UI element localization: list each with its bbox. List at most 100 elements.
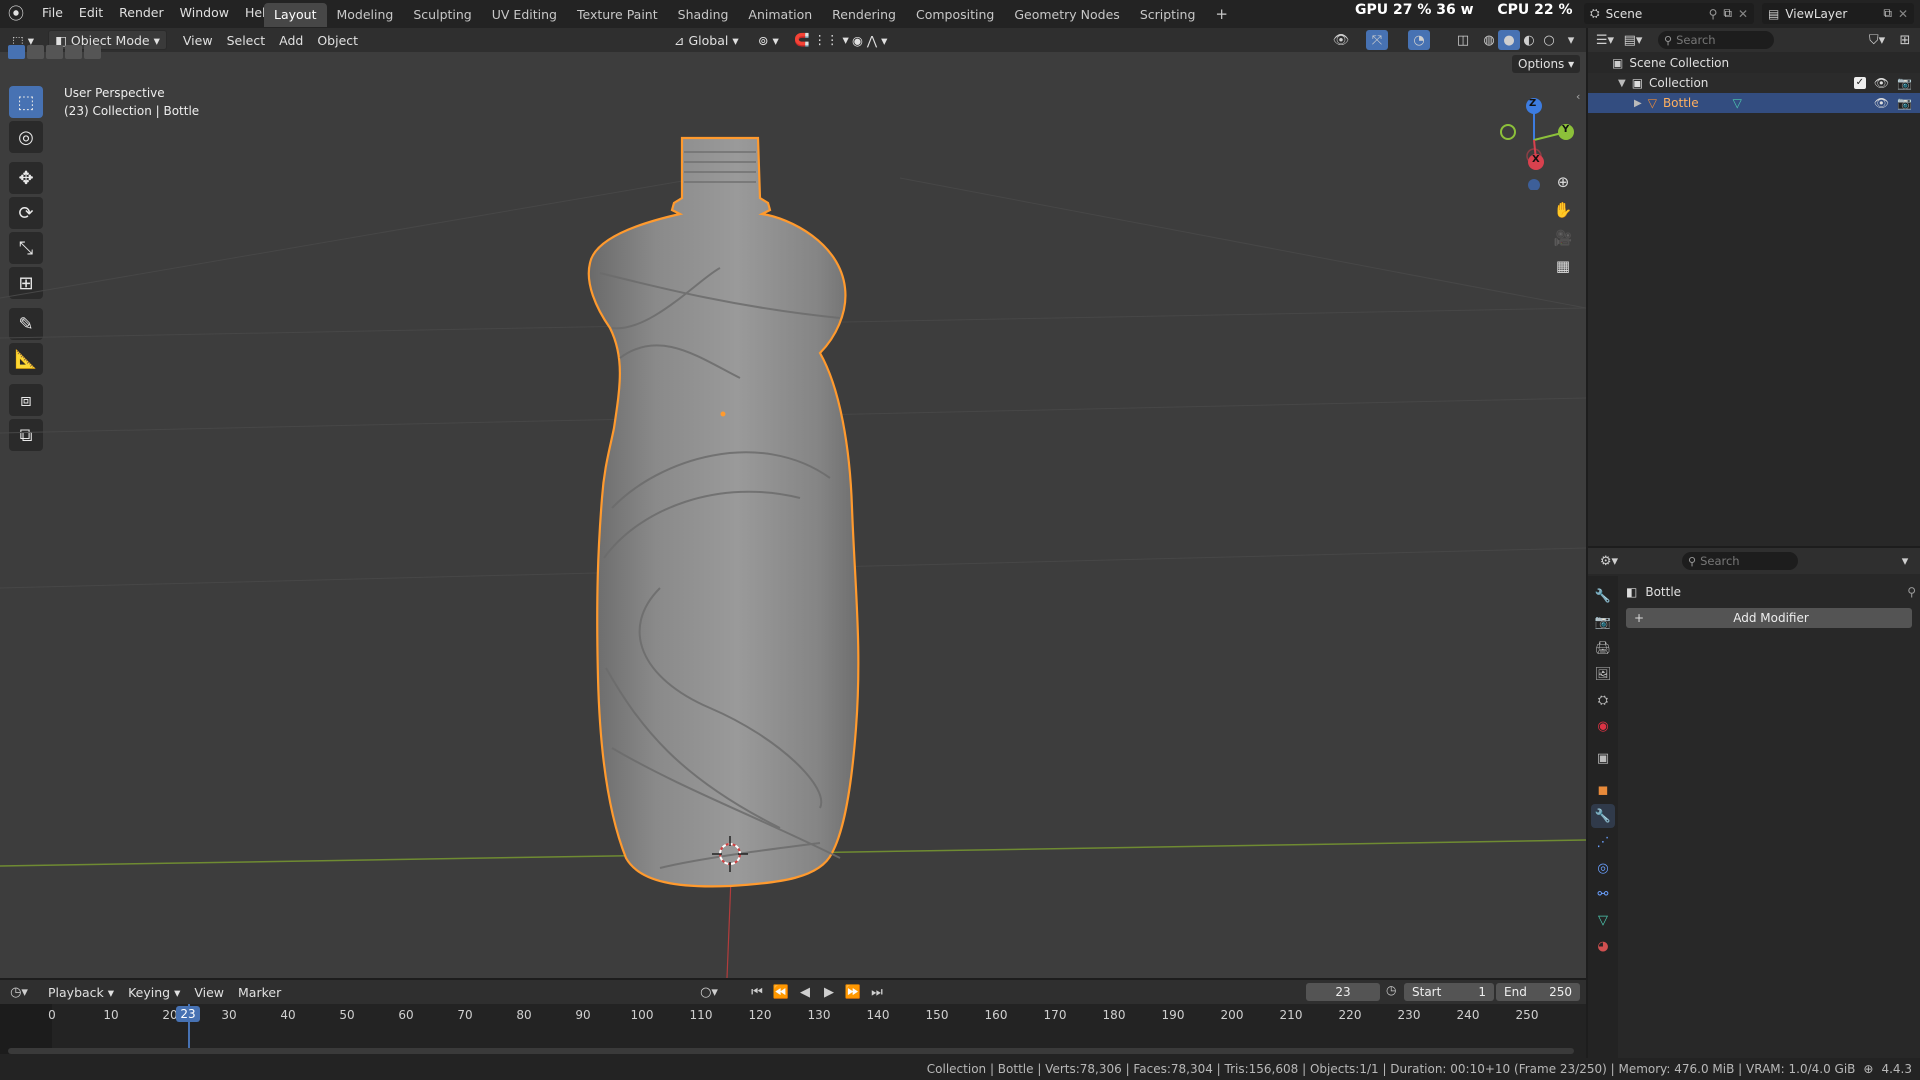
tree-row-scene-collection[interactable]: ▣ Scene Collection [1588,53,1920,73]
ruler-tick-label: 50 [339,1008,355,1022]
play-icon[interactable]: ▶ [818,982,840,1002]
add-modifier-button[interactable]: + Add Modifier [1626,608,1912,628]
play-reverse-icon[interactable]: ◀ [794,982,816,1002]
new-collection-icon[interactable]: ⊞ [1894,30,1916,50]
tab-modeling[interactable]: Modeling [327,3,404,27]
jump-start-icon[interactable]: ⏮ [746,982,768,1002]
menu-window[interactable]: Window [172,0,237,26]
view-layer-selector[interactable]: ▤ ViewLayer ⧉ ✕ [1762,3,1914,24]
timeline-view-menu[interactable]: View [188,982,230,1002]
world-tab-icon[interactable]: ◉ [1591,714,1615,738]
ruler-tick-label: 230 [1397,1008,1421,1022]
playhead-frame-badge[interactable]: 23 [176,1006,200,1022]
close-icon[interactable]: ✕ [1898,7,1908,21]
menu-file[interactable]: File [34,0,71,26]
render-tab-icon[interactable]: 📷 [1591,610,1615,634]
tab-animation[interactable]: Animation [738,3,822,27]
tab-sculpting[interactable]: Sculpting [403,3,481,27]
object-tab-icon[interactable]: ◼ [1591,778,1615,802]
viewport-scene[interactable] [0,28,1586,978]
bottle-object[interactable] [587,136,860,888]
view-layer-tab-icon[interactable]: 🖼 [1591,662,1615,686]
pin-icon[interactable]: ⚲ [1709,7,1718,21]
jump-end-icon[interactable]: ⏭ [866,982,888,1002]
collection-tab-icon[interactable]: ▣ [1591,746,1615,770]
current-frame-field[interactable]: 23 [1306,983,1380,1001]
ruler-tick-label: 250 [1515,1008,1539,1022]
tab-uv-editing[interactable]: UV Editing [482,3,567,27]
zoom-icon[interactable]: ⊕ [1550,168,1576,196]
plus-icon: + [1634,611,1645,625]
pan-hand-icon[interactable]: ✋ [1550,196,1576,224]
exclude-checkbox[interactable]: ✓ [1853,77,1866,89]
gpu-value: 27 % [1393,2,1432,18]
expand-chevron-icon[interactable]: ▼ [1618,78,1626,89]
timeline-ruler[interactable]: 0 10 20 30 40 50 60 70 80 90 100 110 120 130 140 150 160… [0,1004,1586,1058]
menu-render[interactable]: Render [111,0,172,26]
timeline-panel: ◷▾ Playback ▾ Keying ▾ View Marker ○▾ ⏮ ⏪ … [0,980,1586,1058]
tool-tab-icon[interactable]: 🔧 [1591,584,1615,608]
outliner-search-input[interactable]: ⚲ Search [1658,31,1774,49]
eye-icon[interactable]: 👁 [1874,76,1889,90]
next-keyframe-icon[interactable]: ⏩ [842,982,864,1002]
data-tab-icon[interactable]: ▽ [1591,908,1615,932]
timeline-editor-type-icon[interactable]: ◷▾ [8,982,30,1002]
pin-icon[interactable]: ⚲ [1907,585,1916,599]
scene-selector[interactable]: ⛭ Scene ⚲ ⧉ ✕ [1584,3,1754,24]
tab-texture-paint[interactable]: Texture Paint [567,3,668,27]
particles-tab-icon[interactable]: ⋰ [1591,830,1615,854]
mesh-data-icon[interactable]: ▽ [1733,96,1742,110]
ruler-tick-label: 80 [516,1008,532,1022]
keying-dropdown[interactable]: Keying ▾ [122,982,186,1002]
properties-header: ⚙▾ ⚲ Search ▾ [1588,548,1920,574]
material-tab-icon[interactable]: ◕ [1591,934,1615,958]
close-icon[interactable]: ✕ [1738,7,1748,21]
eye-icon[interactable]: 👁 [1874,96,1889,110]
gpu-label: GPU [1355,2,1389,18]
add-workspace-button[interactable]: + [1205,2,1238,26]
constraints-tab-icon[interactable]: ⚯ [1591,882,1615,906]
start-frame-field[interactable]: Start 1 [1404,983,1494,1001]
chevron-down-icon[interactable]: ▾ [1894,551,1916,571]
tab-shading[interactable]: Shading [668,3,739,27]
expand-chevron-icon[interactable]: ▶ [1634,98,1642,109]
sidebar-toggle-icon[interactable]: ‹ [1576,90,1580,103]
collection-icon: ▣ [1631,76,1644,90]
camera-view-icon[interactable]: 🎥 [1550,224,1576,252]
properties-search-input[interactable]: ⚲ Search [1682,552,1798,570]
filter-icon[interactable]: ⛉▾ [1866,30,1888,50]
tab-rendering[interactable]: Rendering [822,3,906,27]
playback-dropdown[interactable]: Playback ▾ [42,982,120,1002]
timeline-scrollbar[interactable] [8,1048,1574,1054]
prev-keyframe-icon[interactable]: ⏪ [770,982,792,1002]
new-scene-icon[interactable]: ⧉ [1723,6,1732,21]
properties-editor-type-icon[interactable]: ⚙▾ [1598,551,1620,571]
outliner-editor-type-icon[interactable]: ☰▾ [1594,30,1616,50]
ortho-toggle-icon[interactable]: ▦ [1550,252,1576,280]
viewport-3d[interactable]: ⬚ ▾ ◧ Object Mode ▾ View Select Add Object… [0,28,1586,978]
ruler-ticks: 0 10 20 30 40 50 60 70 80 90 100 110 120 130 140 150 160… [0,1008,1586,1024]
timeline-marker-menu[interactable]: Marker [232,982,287,1002]
end-frame-field[interactable]: End 250 [1496,983,1580,1001]
camera-icon[interactable]: 📷 [1897,76,1912,90]
ruler-tick-label: 200 [1220,1008,1244,1022]
timer-icon[interactable]: ◷ [1386,983,1396,997]
tab-scripting[interactable]: Scripting [1130,3,1206,27]
tab-compositing[interactable]: Compositing [906,3,1004,27]
tab-geometry-nodes[interactable]: Geometry Nodes [1004,3,1129,27]
scene-tab-icon[interactable]: ⛭ [1591,688,1615,712]
output-tab-icon[interactable]: 🖨 [1591,636,1615,660]
ruler-tick-label: 220 [1338,1008,1362,1022]
menu-edit[interactable]: Edit [71,0,111,26]
autokey-icon[interactable]: ○▾ [698,982,720,1002]
physics-tab-icon[interactable]: ◎ [1591,856,1615,880]
blender-logo-icon[interactable]: ⦿ [8,4,28,24]
modifier-tab-icon[interactable]: 🔧 [1591,804,1615,828]
tab-layout[interactable]: Layout [264,3,327,27]
camera-icon[interactable]: 📷 [1897,96,1912,110]
display-mode-icon[interactable]: ▤▾ [1622,30,1644,50]
new-view-layer-icon[interactable]: ⧉ [1883,6,1892,21]
tree-row-bottle[interactable]: ▶ ▽ Bottle ▽ 👁 📷 [1588,93,1920,113]
tree-row-collection[interactable]: ▼ ▣ Collection ✓ 👁 📷 [1588,73,1920,93]
properties-object-row: ◧ Bottle ⚲ [1626,582,1916,602]
